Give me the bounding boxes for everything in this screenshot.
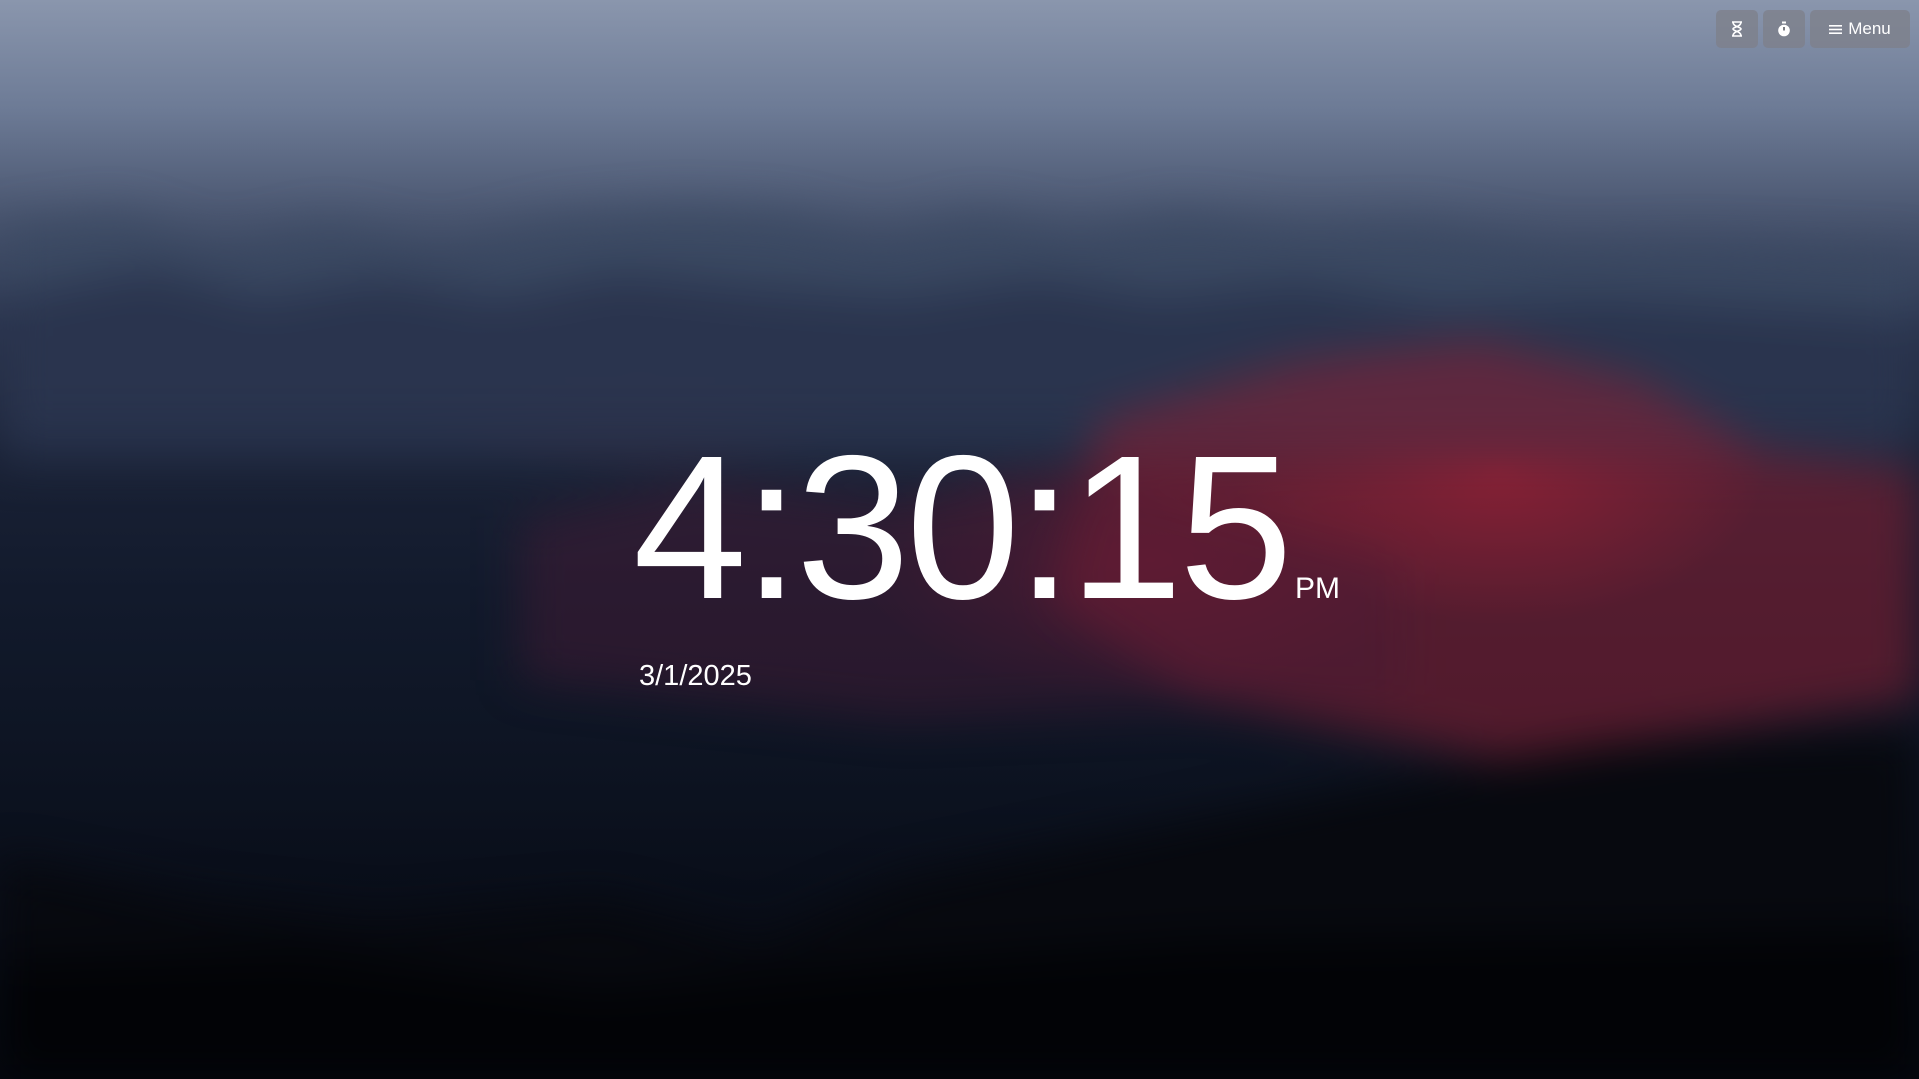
clock-time: 4:30:15 — [633, 413, 1293, 642]
top-toolbar: Menu — [1716, 10, 1910, 48]
timer-button[interactable] — [1716, 10, 1758, 48]
stopwatch-button[interactable] — [1763, 10, 1805, 48]
clock-display: 4:30:15 PM — [633, 425, 1340, 630]
hourglass-icon — [1731, 21, 1743, 37]
clock-app: Menu 4:30:15 PM 3/1/2025 — [0, 0, 1919, 1079]
hamburger-icon — [1829, 24, 1843, 35]
stopwatch-icon — [1777, 21, 1791, 37]
menu-button[interactable]: Menu — [1810, 10, 1910, 48]
menu-label: Menu — [1848, 19, 1891, 38]
clock-ampm: PM — [1294, 572, 1340, 605]
clock-date: 3/1/2025 — [639, 660, 752, 692]
